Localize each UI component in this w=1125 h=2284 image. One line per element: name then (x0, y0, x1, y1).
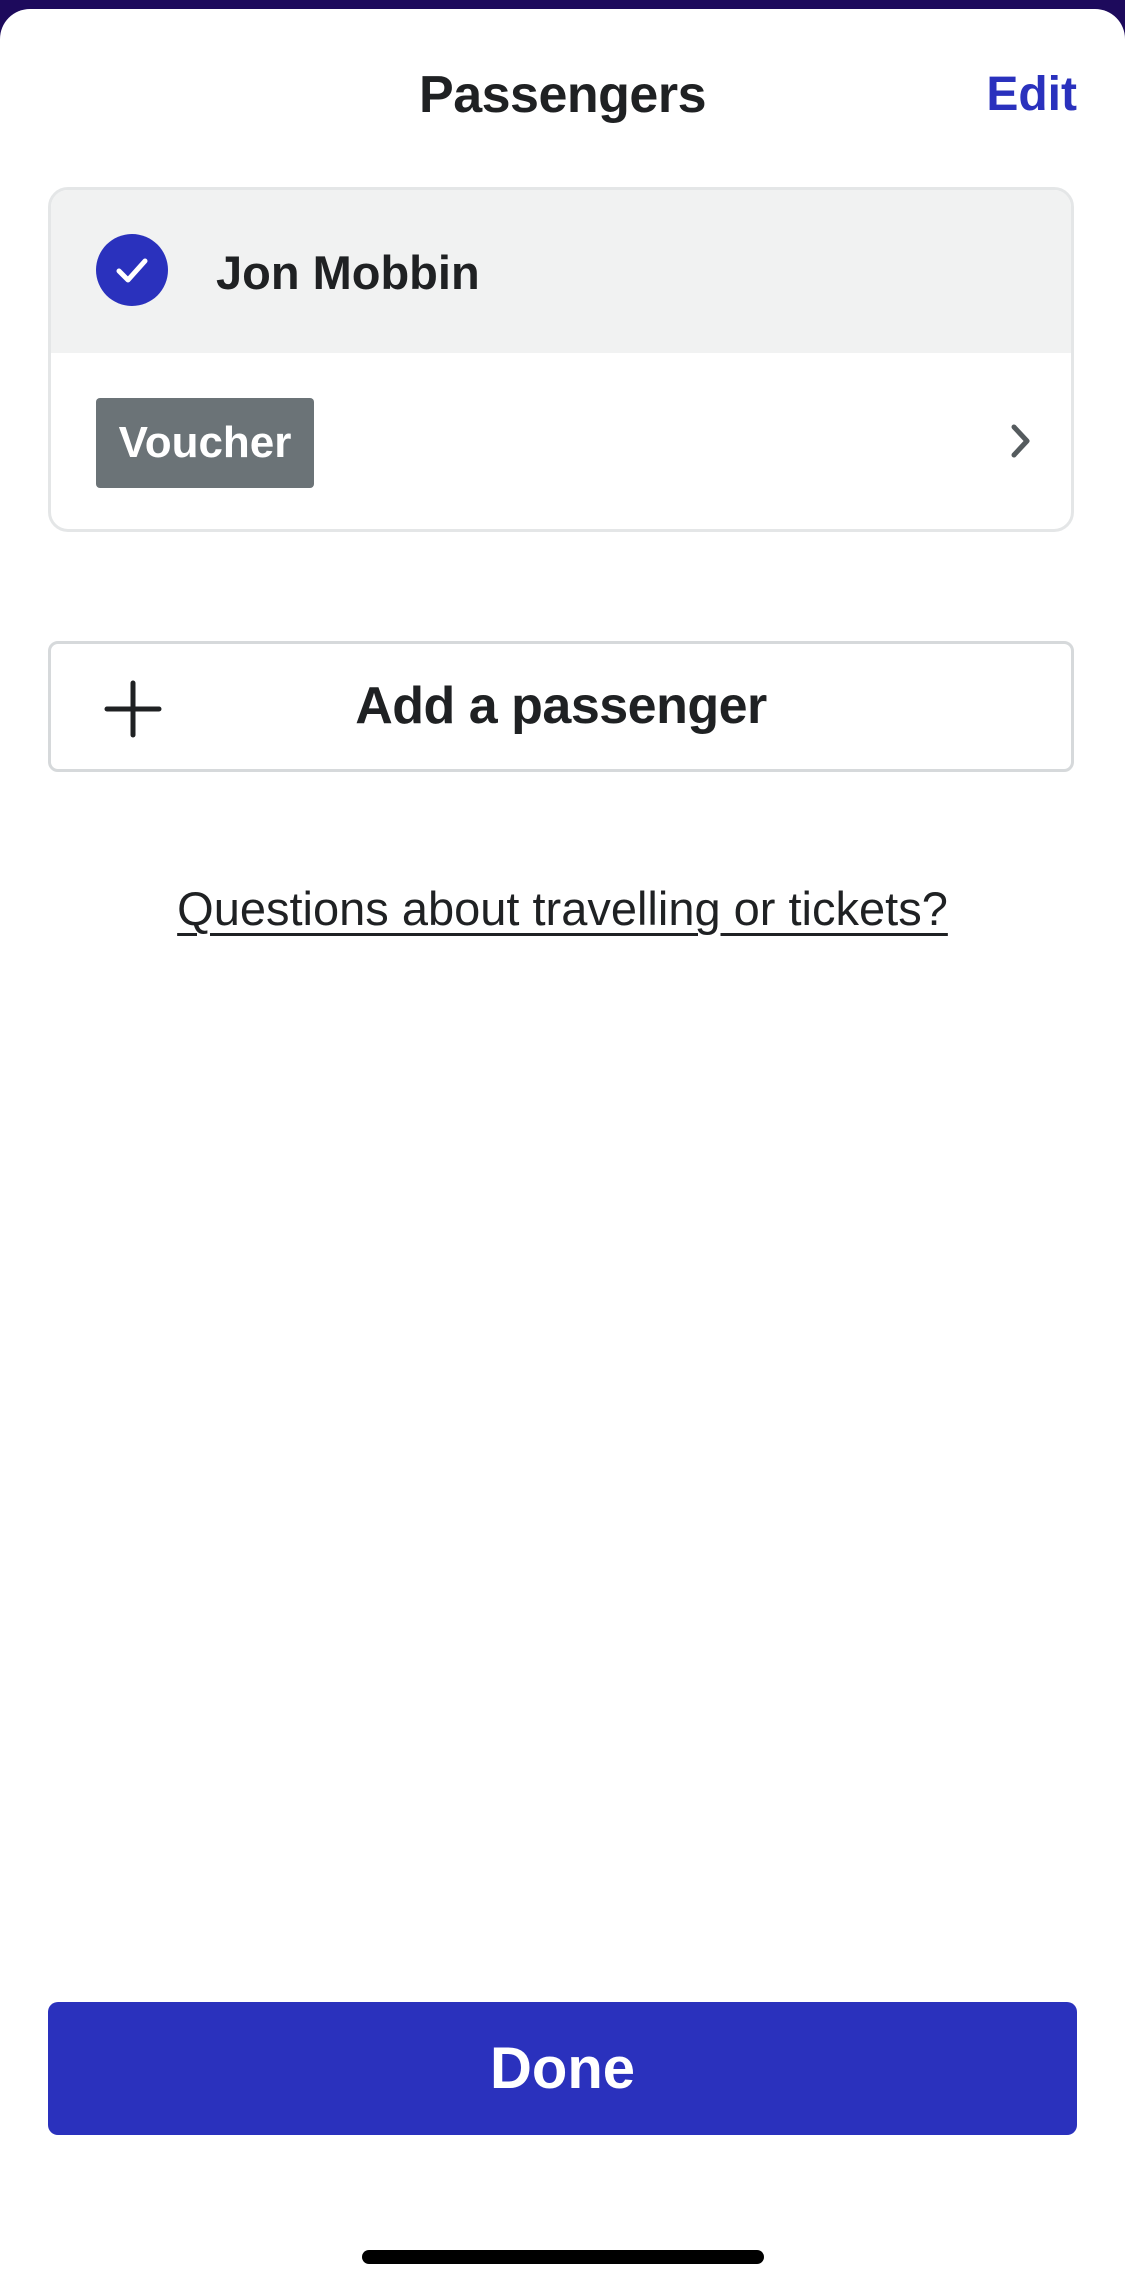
passenger-card: Jon Mobbin Voucher (48, 187, 1074, 532)
checkmark-icon[interactable] (96, 234, 168, 306)
add-passenger-button[interactable]: Add a passenger (48, 641, 1074, 772)
home-indicator[interactable] (362, 2250, 764, 2264)
passenger-card-header[interactable]: Jon Mobbin (51, 190, 1071, 353)
add-passenger-label: Add a passenger (355, 677, 767, 735)
passenger-name: Jon Mobbin (216, 246, 480, 299)
voucher-badge: Voucher (96, 398, 314, 488)
chevron-right-icon (1009, 422, 1033, 465)
done-button[interactable]: Done (48, 2002, 1077, 2135)
page-title: Passengers (419, 66, 706, 124)
voucher-row[interactable]: Voucher (51, 353, 1071, 529)
help-link[interactable]: Questions about travelling or tickets? (0, 881, 1125, 936)
passengers-sheet: Passengers Edit Jon Mobbin Voucher Add a… (0, 9, 1125, 2284)
edit-button[interactable]: Edit (986, 67, 1077, 122)
